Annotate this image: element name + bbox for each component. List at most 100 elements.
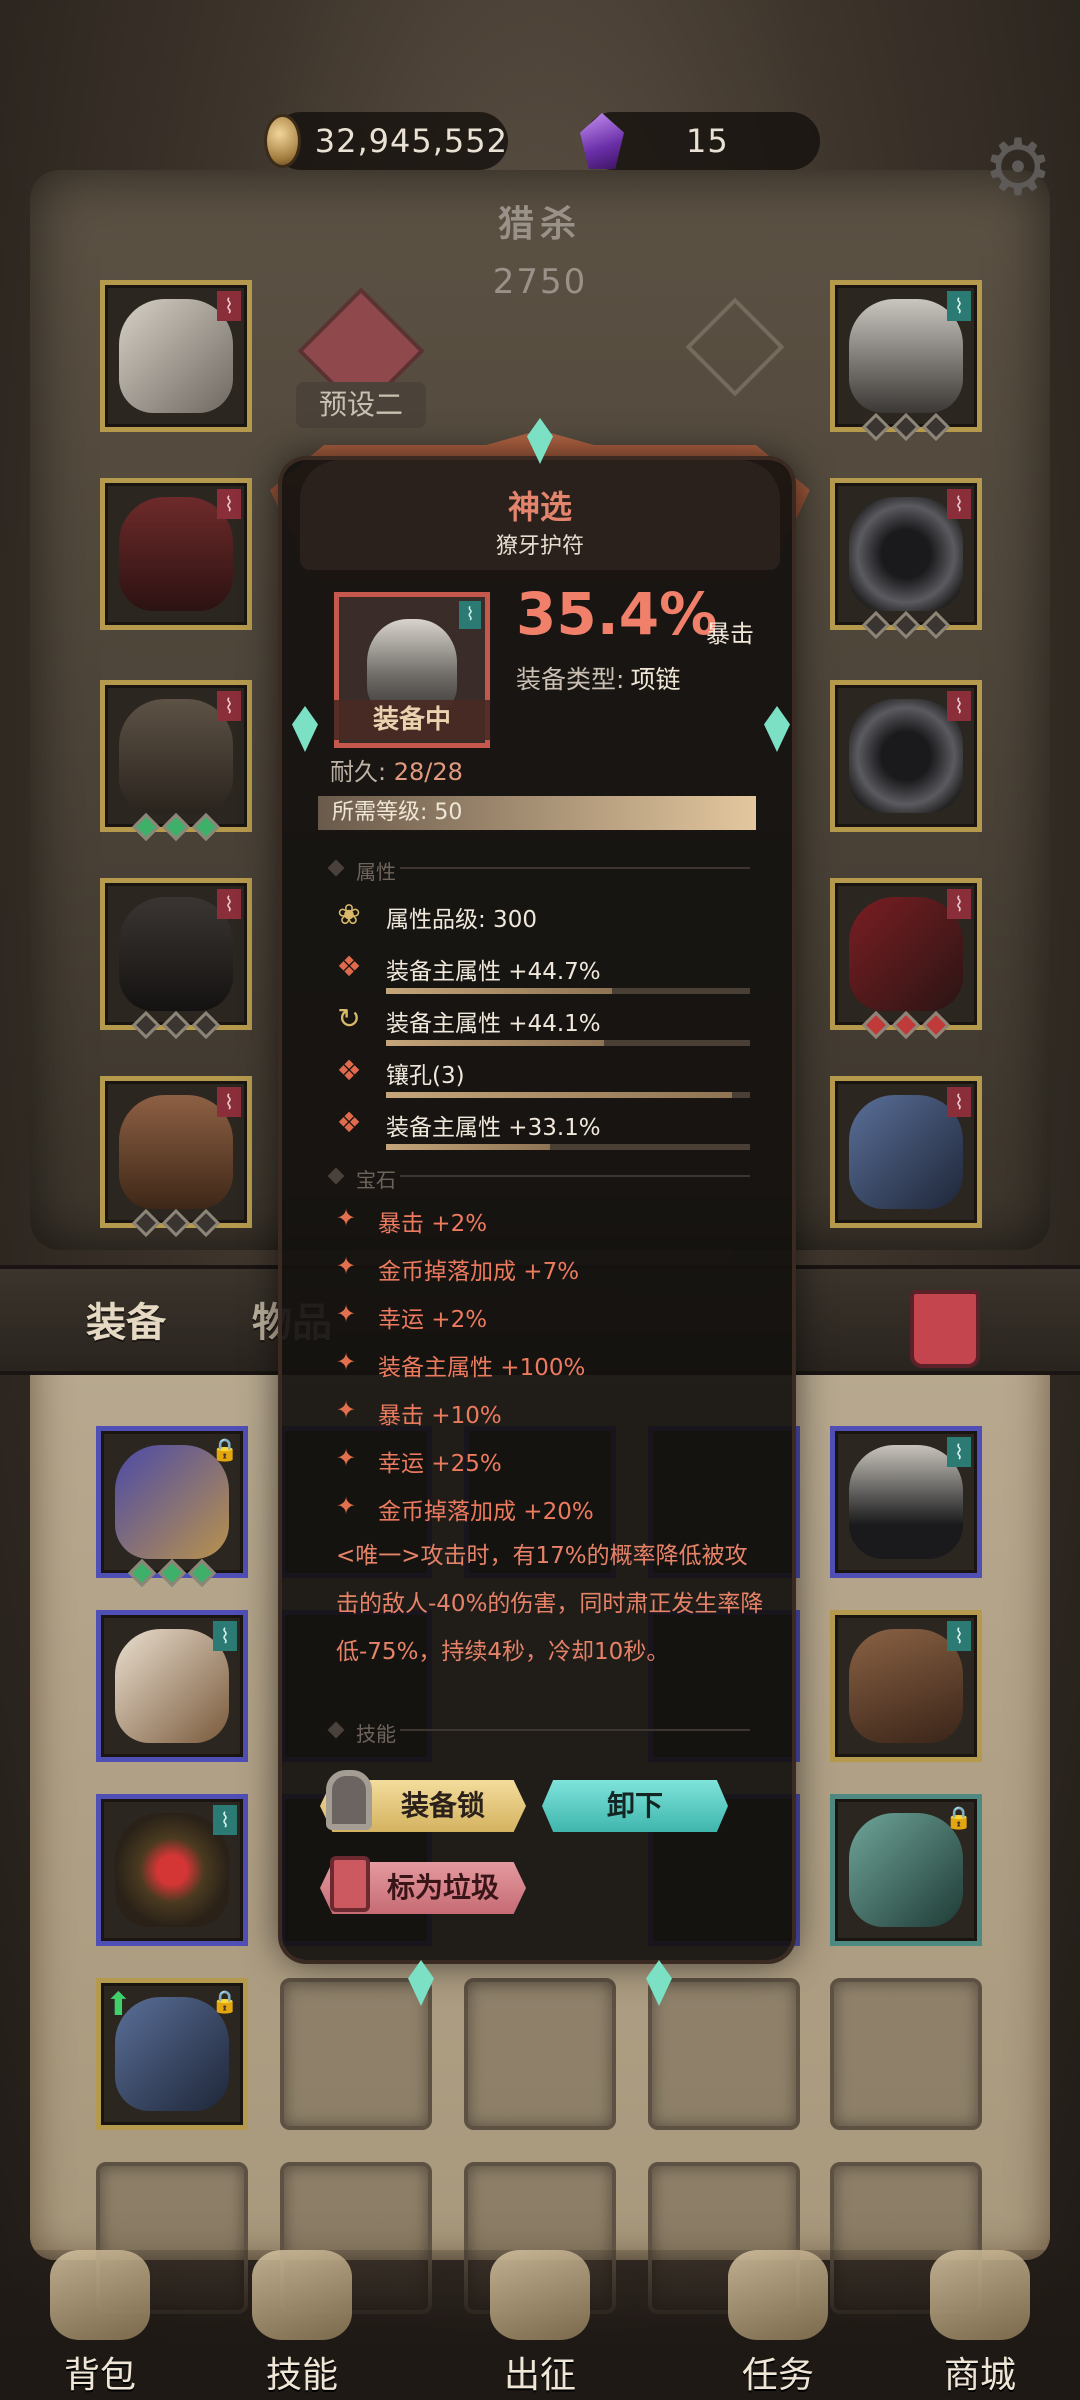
tier-badge: ⌇	[947, 1437, 971, 1467]
tier-badge: ⌇	[947, 291, 971, 321]
inventory-item[interactable]: ⌇	[830, 1426, 982, 1578]
equip-slot-weapon[interactable]: ⌇	[830, 878, 982, 1040]
gem-counter: 15	[580, 112, 820, 170]
lock-icon: 🔒	[211, 1990, 239, 2015]
nav-expedition[interactable]: 出征	[470, 2250, 610, 2400]
nav-shop[interactable]: 商城	[910, 2250, 1050, 2400]
main-stat-label: 暴击	[706, 620, 754, 648]
attribute-text: 镶孔(3)	[386, 1063, 465, 1089]
section-attributes: 属性	[330, 856, 760, 884]
trash-icon[interactable]	[910, 1290, 980, 1368]
attribute-text: 装备主属性 +44.1%	[386, 1011, 601, 1037]
sword-map-icon	[490, 2250, 590, 2340]
gem-line: ✦ 幸运 +2%	[336, 1300, 756, 1340]
nav-label: 任务	[741, 2355, 814, 2396]
ring-icon	[849, 699, 963, 813]
backpack-icon	[50, 2250, 150, 2340]
gem-star-icon: ✦	[336, 1204, 357, 1232]
attribute-bar	[386, 1040, 750, 1046]
socket-row	[101, 1558, 243, 1588]
unequip-button[interactable]: 卸下	[542, 1780, 728, 1832]
inventory-item[interactable]: 🔒	[830, 1794, 982, 1946]
equip-slot-cape[interactable]: ⌇	[830, 1076, 982, 1228]
cycle-icon: ↻	[337, 1002, 361, 1035]
durability-value: 28/28	[393, 758, 463, 786]
nav-label: 技能	[265, 2355, 338, 2396]
gold-counter: 32,945,552	[264, 112, 508, 170]
inventory-item[interactable]: 🔒 ⬆	[96, 1978, 248, 2130]
tab-equipment[interactable]: 装备	[86, 1290, 166, 1348]
inventory-empty-slot[interactable]	[280, 1978, 432, 2130]
attribute-row: ❖ 镶孔(3)	[330, 1052, 760, 1102]
inventory-empty-slot[interactable]	[464, 1978, 616, 2130]
equip-slot-pants[interactable]: ⌇	[100, 878, 252, 1040]
nav-backpack[interactable]: 背包	[30, 2250, 170, 2400]
inventory-item[interactable]: ⌇	[830, 1610, 982, 1762]
equip-slot-wings[interactable]: ⌇	[100, 280, 252, 432]
gem-text: 暴击 +10%	[378, 1403, 502, 1429]
nav-quests[interactable]: 任务	[708, 2250, 848, 2400]
attribute-row: ↻ 装备主属性 +44.1%	[330, 1000, 760, 1050]
gem-star-icon: ✦	[336, 1252, 357, 1280]
equipped-tag: 装备中	[334, 700, 490, 740]
skill-book-icon	[252, 2250, 352, 2340]
attribute-bar	[386, 1092, 750, 1098]
inventory-item[interactable]: 🔒	[96, 1426, 248, 1588]
diamond-arrow-icon: ❖	[336, 950, 362, 983]
socket-row	[835, 1010, 977, 1040]
nav-label: 商城	[943, 2355, 1016, 2396]
durability: 耐久: 28/28	[330, 752, 463, 787]
inventory-item[interactable]: ⌇	[96, 1794, 248, 1946]
pants-icon	[119, 897, 233, 1011]
trash-can-icon	[330, 1856, 370, 1912]
gem-line: ✦ 金币掉落加成 +20%	[336, 1492, 756, 1532]
diamond-arrow-icon: ❖	[336, 1106, 362, 1139]
gloves-icon	[119, 699, 233, 813]
socket-row	[105, 1010, 247, 1040]
equip-slot-boots[interactable]: ⌇	[100, 1076, 252, 1238]
gem-star-icon: ✦	[336, 1300, 357, 1328]
nav-skills[interactable]: 技能	[232, 2250, 372, 2400]
gem-text: 幸运 +25%	[378, 1451, 502, 1477]
gold-amount: 32,945,552	[314, 122, 508, 160]
tier-badge: ⌇	[217, 291, 241, 321]
tier-badge: ⌇	[213, 1621, 237, 1651]
equip-slot-amulet[interactable]: ⌇	[830, 280, 982, 442]
lock-icon: 🔒	[945, 1806, 973, 1831]
gem-amount: 15	[686, 122, 729, 160]
inventory-item[interactable]: ⌇	[96, 1610, 248, 1762]
preset-label[interactable]: 预设二	[296, 382, 426, 428]
tier-badge: ⌇	[217, 889, 241, 919]
padlock-icon	[326, 1770, 372, 1830]
button-label: 装备锁	[400, 1789, 485, 1822]
hunt-title: 猎杀	[497, 204, 582, 245]
gem-line: ✦ 暴击 +10%	[336, 1396, 756, 1436]
button-label: 标为垃圾	[386, 1871, 499, 1904]
gem-star-icon: ✦	[336, 1492, 357, 1520]
main-stat-value: 35.4%	[516, 580, 718, 648]
inventory-empty-slot[interactable]	[648, 1978, 800, 2130]
tier-badge: ⌇	[213, 1805, 237, 1835]
socket-row	[105, 812, 247, 842]
item-type-label: 装备类型:	[516, 665, 625, 694]
attribute-row: ❖ 装备主属性 +33.1%	[330, 1104, 760, 1154]
gem-text: 金币掉落加成 +20%	[378, 1499, 594, 1525]
gem-text: 幸运 +2%	[378, 1307, 488, 1333]
crossbow-icon	[849, 897, 963, 1011]
lotus-icon: ❀	[337, 898, 361, 931]
item-type-value: 项链	[630, 665, 681, 694]
inventory-empty-slot[interactable]	[830, 1978, 982, 2130]
helmet-amulet-icon	[849, 299, 963, 413]
section-skills: 技能	[330, 1718, 760, 1746]
gem-star-icon: ✦	[336, 1348, 357, 1376]
section-label: 宝石	[356, 1168, 396, 1192]
tier-badge: ⌇	[947, 889, 971, 919]
attribute-row: ❖ 装备主属性 +44.7%	[330, 948, 760, 998]
equip-slot-gloves[interactable]: ⌇	[100, 680, 252, 842]
item-rarity: 神选	[507, 488, 572, 526]
durability-label: 耐久:	[330, 758, 387, 786]
gem-line: ✦ 金币掉落加成 +7%	[336, 1252, 756, 1292]
gem-text: 装备主属性 +100%	[378, 1355, 586, 1381]
equip-slot-ring-2[interactable]: ⌇	[830, 680, 982, 832]
attribute-text: 装备主属性 +33.1%	[386, 1115, 601, 1141]
